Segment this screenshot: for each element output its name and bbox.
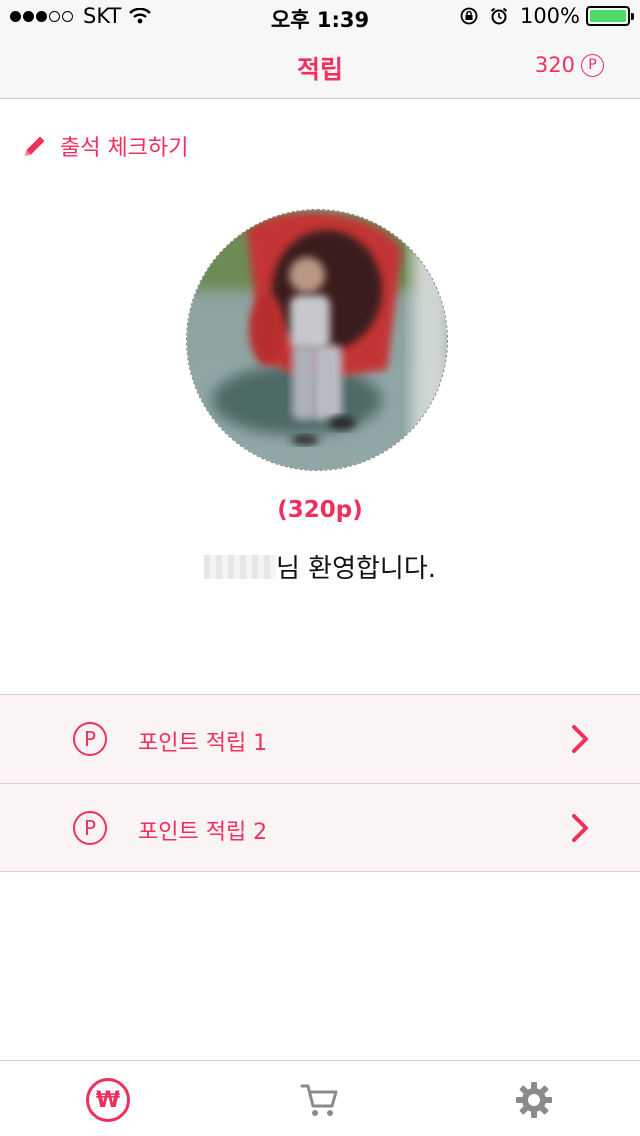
- profile-photo: [187, 210, 447, 470]
- redacted-username: [203, 555, 276, 579]
- list-item-point-earning-1[interactable]: P 포인트 적립 1: [0, 694, 640, 783]
- points-balance[interactable]: 320 P: [535, 53, 604, 77]
- status-right: 100%: [460, 4, 634, 28]
- list-item-point-earning-2[interactable]: P 포인트 적립 2: [0, 783, 640, 872]
- gear-icon: [516, 1082, 552, 1118]
- attendance-check-label: 출석 체크하기: [60, 136, 189, 161]
- rotation-lock-icon: [460, 7, 478, 25]
- list-item-label: 포인트 적립 2: [138, 820, 268, 845]
- cart-icon: [300, 1084, 338, 1116]
- point-earning-list: P 포인트 적립 1 P 포인트 적립 2: [0, 694, 640, 872]
- attendance-check-button[interactable]: 출석 체크하기: [22, 130, 188, 162]
- tab-shop[interactable]: [295, 1075, 345, 1125]
- point-icon: P: [581, 53, 604, 77]
- tab-bar: ₩: [0, 1060, 640, 1136]
- battery-icon: [586, 6, 634, 26]
- points-balance-value: 320: [534, 53, 575, 77]
- welcome-text: 님 환영합니다.: [275, 554, 437, 584]
- user-points-text: (320p): [277, 497, 363, 523]
- won-icon: ₩: [86, 1078, 130, 1122]
- point-icon: P: [73, 811, 107, 845]
- list-item-label: 포인트 적립 1: [138, 731, 268, 756]
- alarm-clock-icon: [490, 7, 508, 25]
- screen: SKT 오후 1:39 100% 적립 320 P 출석 체크하기 (320p)…: [0, 0, 640, 1136]
- profile-avatar[interactable]: [186, 209, 448, 471]
- chevron-right-icon: [572, 725, 588, 753]
- battery-percentage: 100%: [519, 4, 580, 28]
- point-icon: P: [73, 722, 107, 756]
- welcome-message: 님 환영합니다.: [0, 548, 640, 585]
- pencil-icon: [25, 136, 45, 156]
- status-bar: SKT 오후 1:39 100%: [0, 0, 640, 34]
- chevron-right-icon: [572, 814, 588, 842]
- tab-earn[interactable]: ₩: [83, 1075, 133, 1125]
- tab-settings[interactable]: [509, 1075, 559, 1125]
- navigation-bar: 적립 320 P: [0, 34, 640, 99]
